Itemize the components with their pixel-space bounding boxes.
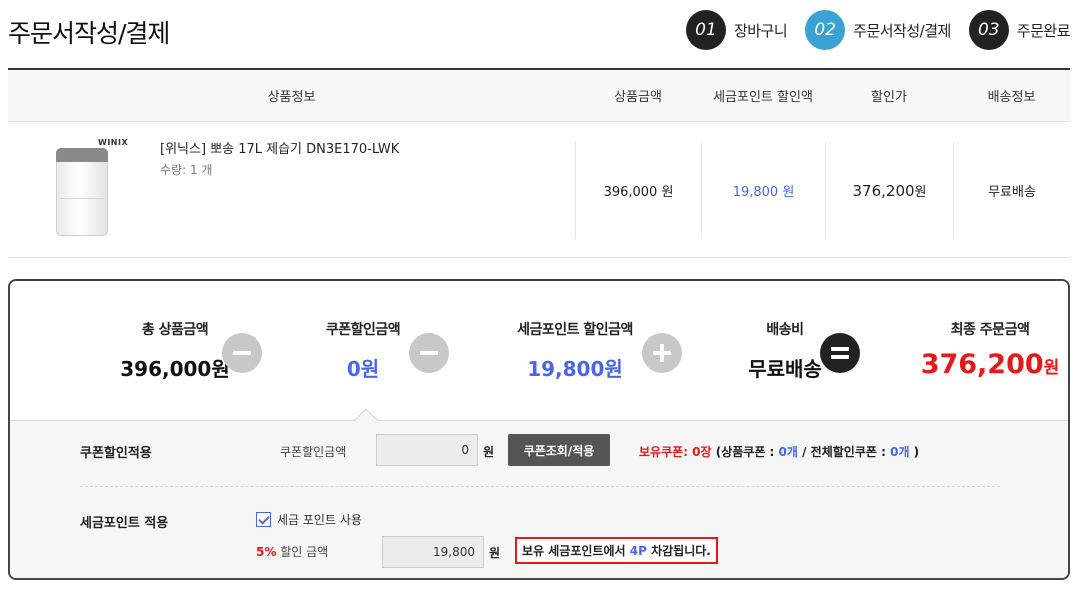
header-shipping: 배송정보 bbox=[987, 90, 1036, 105]
step-cart: 01 장바구니 bbox=[685, 10, 788, 50]
point-apply-label: 세금포인트 적용 bbox=[80, 516, 169, 531]
discounted-price-value: 376,200 bbox=[852, 181, 915, 200]
product-point-discount: 19,800 원 bbox=[701, 142, 825, 239]
point-rate-suffix: 할인 금액 bbox=[280, 545, 329, 559]
product-info-cell: WINIX [위닉스] 뽀송 17L 제습기 DN3E170-LWK 수량: 1… bbox=[8, 122, 575, 257]
coupon-amount-field[interactable]: 0 bbox=[376, 434, 478, 466]
total-coupon-count: 0개 bbox=[890, 445, 910, 459]
point-rate: 5% bbox=[256, 545, 277, 559]
step-checkout: 02 주문서작성/결제 bbox=[805, 10, 951, 50]
product-shipping: 무료배송 bbox=[953, 142, 1070, 239]
coupon-holdings: 보유쿠폰: 0장 (상품쿠폰 : 0개 / 전체할인쿠폰 : 0개 ) bbox=[639, 443, 919, 460]
notice-suffix: 차감됩니다. bbox=[651, 544, 711, 558]
header-discounted-price: 할인가 bbox=[871, 90, 907, 105]
payment-summary: 총 상품금액 396,000원 쿠폰할인금액 0원 세금포인트 할인금액 19,… bbox=[8, 279, 1070, 580]
point-value: 19,800원 bbox=[527, 357, 623, 381]
point-rate-label: 5% 할인 금액 bbox=[256, 543, 328, 560]
point-deduction-notice: 보유 세금포인트에서 4P 차감됩니다. bbox=[515, 537, 718, 564]
point-discount-amount: 세금포인트 할인금액 19,800원 bbox=[490, 319, 660, 382]
held-coupon-label: 보유쿠폰: bbox=[639, 445, 688, 459]
point-label: 세금포인트 할인금액 bbox=[517, 322, 633, 338]
table-row: WINIX [위닉스] 뽀송 17L 제습기 DN3E170-LWK 수량: 1… bbox=[8, 122, 1070, 258]
header-price: 상품금액 bbox=[614, 90, 662, 105]
use-point-checkbox[interactable]: 세금 포인트 사용 bbox=[256, 511, 362, 528]
minus-icon bbox=[409, 333, 449, 373]
step-number: 03 bbox=[968, 10, 1009, 50]
product-text: [위닉스] 뽀송 17L 제습기 DN3E170-LWK 수량: 1 개 bbox=[160, 138, 399, 178]
held-coupon-count: 0장 bbox=[692, 445, 712, 459]
product-table: 상품정보 상품금액 세금포인트 할인액 할인가 배송정보 WINIX [위닉스]… bbox=[8, 68, 1070, 258]
header-point-discount: 세금포인트 할인액 bbox=[713, 90, 813, 105]
page-title: 주문서작성/결제 bbox=[8, 19, 170, 48]
equals-icon bbox=[820, 333, 860, 373]
product-discounted-price: 376,200 원 bbox=[825, 142, 953, 239]
coupon-amount-unit: 원 bbox=[483, 445, 495, 459]
product-coupon-count: 0개 bbox=[778, 445, 798, 459]
table-header: 상품정보 상품금액 세금포인트 할인액 할인가 배송정보 bbox=[8, 70, 1070, 122]
final-unit: 원 bbox=[1043, 358, 1060, 378]
header-product-info: 상품정보 bbox=[267, 90, 316, 105]
plus-icon bbox=[642, 333, 682, 373]
total-label: 총 상품금액 bbox=[141, 322, 209, 338]
product-quantity: 수량: 1 개 bbox=[160, 163, 213, 177]
check-icon[interactable] bbox=[256, 512, 271, 527]
notice-points: 4P bbox=[629, 543, 647, 558]
use-point-label: 세금 포인트 사용 bbox=[277, 513, 362, 527]
close-paren: ) bbox=[913, 445, 920, 459]
step-label: 장바구니 bbox=[733, 21, 788, 40]
coupon-lookup-button[interactable]: 쿠폰조회/적용 bbox=[508, 434, 610, 466]
divider bbox=[80, 486, 1000, 487]
final-value: 376,200원 bbox=[915, 349, 1065, 380]
coupon-apply-label: 쿠폰할인적용 bbox=[80, 446, 152, 461]
coupon-label: 쿠폰할인금액 bbox=[325, 322, 401, 338]
minus-icon bbox=[222, 333, 262, 373]
discount-apply-panel: 쿠폰할인적용 쿠폰할인금액 0 원 쿠폰조회/적용 보유쿠폰: 0장 (상품쿠폰… bbox=[10, 421, 1068, 578]
final-label: 최종 주문금액 bbox=[950, 322, 1030, 338]
total-coupon-prefix: / 전체할인쿠폰 : bbox=[802, 445, 886, 459]
dehumidifier-top bbox=[56, 148, 108, 162]
product-brand-logo: WINIX bbox=[98, 138, 129, 147]
point-discount-unit: 원 bbox=[489, 546, 501, 560]
final-amount: 376,200 bbox=[920, 349, 1044, 380]
shipping-label: 배송비 bbox=[766, 322, 804, 338]
coupon-amount-label: 쿠폰할인금액 bbox=[280, 445, 347, 459]
order-steps: 01 장바구니 02 주문서작성/결제 03 주문완료 bbox=[668, 10, 1071, 50]
step-complete: 03 주문완료 bbox=[968, 10, 1071, 50]
step-label: 주문서작성/결제 bbox=[853, 21, 951, 40]
point-discount-field[interactable]: 19,800 bbox=[382, 536, 484, 568]
summary-totals: 총 상품금액 396,000원 쿠폰할인금액 0원 세금포인트 할인금액 19,… bbox=[10, 281, 1068, 421]
product-image[interactable]: WINIX bbox=[50, 138, 130, 238]
notice-prefix: 보유 세금포인트에서 bbox=[522, 544, 626, 558]
final-order-amount: 최종 주문금액 376,200원 bbox=[915, 319, 1065, 380]
discounted-price-unit: 원 bbox=[914, 185, 927, 200]
product-name[interactable]: [위닉스] 뽀송 17L 제습기 DN3E170-LWK bbox=[160, 138, 399, 157]
step-number: 01 bbox=[685, 10, 726, 50]
dehumidifier-seam bbox=[60, 198, 104, 199]
step-label: 주문완료 bbox=[1016, 21, 1071, 40]
step-number: 02 bbox=[805, 10, 846, 50]
product-price: 396,000 원 bbox=[575, 142, 701, 239]
product-coupon-prefix: (상품쿠폰 : bbox=[715, 445, 775, 459]
